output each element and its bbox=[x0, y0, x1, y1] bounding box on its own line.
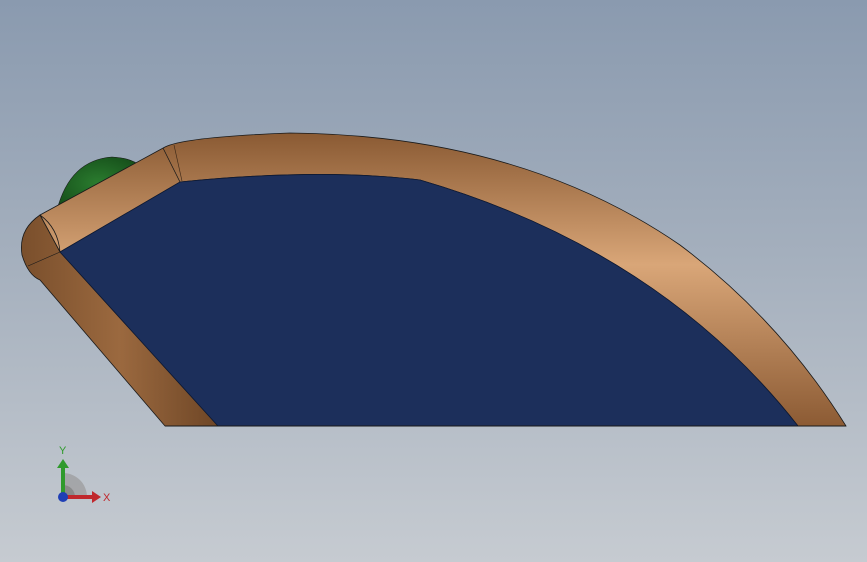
x-axis-arrow-icon bbox=[92, 491, 101, 503]
x-axis-label: X bbox=[103, 492, 111, 504]
model-view[interactable] bbox=[0, 0, 867, 562]
z-axis-dot-icon bbox=[58, 492, 68, 502]
y-axis-label: Y bbox=[59, 445, 67, 457]
axis-triad[interactable]: Y X bbox=[40, 440, 120, 510]
graphics-viewport[interactable]: Y X bbox=[0, 0, 867, 562]
y-axis-arrow-icon bbox=[57, 459, 69, 468]
